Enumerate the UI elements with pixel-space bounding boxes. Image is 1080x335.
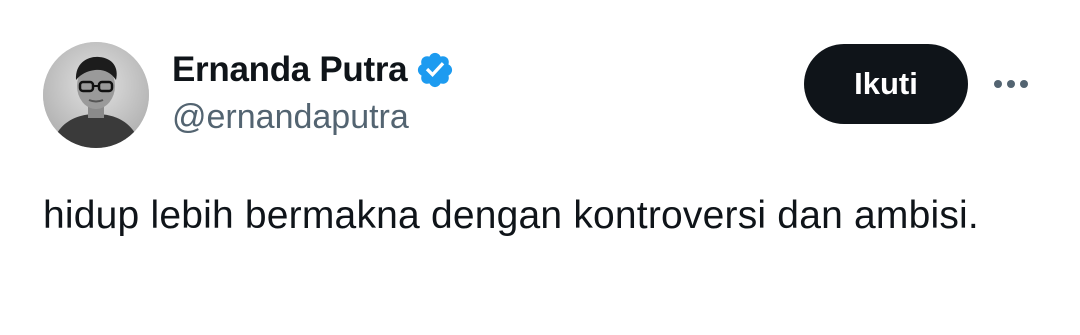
tweet-card: Ernanda Putra @ernandaputra Ikuti hidup … <box>0 0 1080 335</box>
profile-photo-icon <box>43 42 149 148</box>
tweet-text: hidup lebih bermakna dengan kontroversi … <box>43 194 979 237</box>
verified-badge-icon[interactable] <box>415 50 455 90</box>
more-options-button[interactable] <box>988 66 1034 102</box>
follow-button[interactable]: Ikuti <box>804 44 968 124</box>
author-handle[interactable]: @ernandaputra <box>172 98 409 137</box>
avatar[interactable] <box>43 42 149 148</box>
more-horizontal-icon <box>994 80 1028 88</box>
author-name-row: Ernanda Putra <box>172 46 455 94</box>
author-display-name[interactable]: Ernanda Putra <box>172 50 408 90</box>
